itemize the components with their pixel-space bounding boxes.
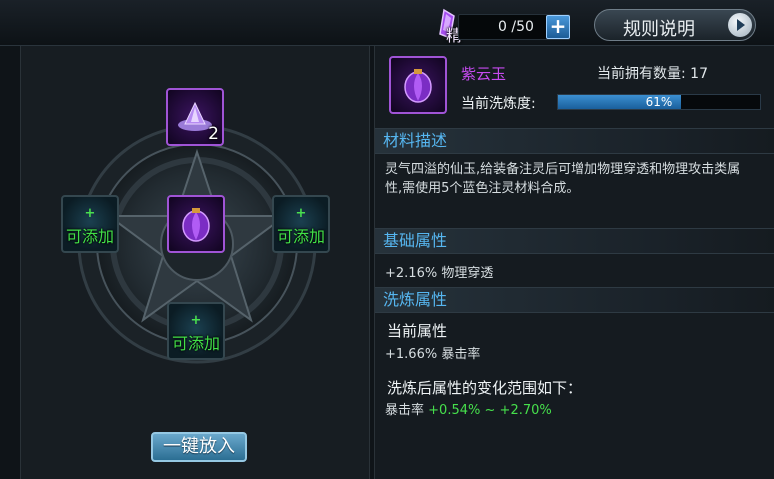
slot-add-label: 可添加 (276, 227, 325, 246)
one-key-insert-button[interactable]: 一键放入 (151, 432, 247, 462)
refine-progress-text: 61% (645, 95, 673, 109)
section-refine-header: 洗炼属性 (375, 287, 774, 313)
slot-add-label: 可添加 (65, 227, 114, 246)
section-base-header: 基础属性 (375, 228, 774, 254)
refine-degree-label: 当前洗炼度: (461, 96, 536, 112)
material-slot-left[interactable]: + 可添加 (61, 195, 119, 253)
material-slot-right[interactable]: + 可添加 (272, 195, 330, 253)
plus-icon: + (190, 313, 202, 328)
add-essence-button[interactable]: + (546, 15, 570, 39)
essence-counter-value: 0 /50 (498, 19, 534, 35)
range-row: 暴击率 +0.54% ~ +2.70% (385, 399, 552, 418)
refine-progress-bar: 61% (557, 94, 761, 110)
item-name: 紫云玉 (461, 65, 507, 83)
synthesis-panel: 2 + 可添加 + 可添加 + 可添加 一键放入 (20, 46, 370, 479)
jade-item-icon (404, 69, 432, 103)
slot-count: 2 (208, 124, 219, 144)
result-slot-center[interactable] (167, 195, 225, 253)
rules-button-label: 规则说明 (623, 19, 695, 40)
jade-item-icon (182, 208, 210, 242)
item-icon (389, 56, 447, 114)
item-detail-panel: 紫云玉 当前拥有数量: 17 当前洗炼度: 61% 材料描述 灵气四溢的仙玉,给… (374, 46, 774, 479)
range-max: +2.70% (499, 403, 552, 418)
plus-icon: + (295, 206, 307, 221)
base-stat: +2.16% 物理穿透 (385, 266, 494, 281)
range-min: +0.54% (428, 403, 481, 418)
range-stat-name: 暴击率 (385, 403, 425, 418)
current-attribute-title: 当前属性 (387, 322, 448, 340)
arrow-right-icon (728, 13, 752, 37)
material-slot-top[interactable]: 2 (166, 88, 224, 146)
slot-add-label: 可添加 (171, 334, 220, 353)
material-slot-bottom[interactable]: + 可添加 (167, 302, 225, 360)
rules-button[interactable]: 规则说明 (594, 9, 756, 41)
range-title: 洗炼后属性的变化范围如下： (387, 379, 583, 397)
section-material-header: 材料描述 (375, 128, 774, 154)
current-attribute-value: +1.66% 暴击率 (385, 347, 481, 362)
material-description: 灵气四溢的仙玉,给装备注灵后可增加物理穿透和物理攻击类属性,需使用5个蓝色注灵材… (385, 162, 741, 196)
top-bar: 精 0 /50 + 规则说明 (0, 0, 774, 46)
range-separator: ~ (484, 403, 496, 418)
plus-icon: + (84, 206, 96, 221)
owned-count: 当前拥有数量: 17 (597, 66, 708, 82)
